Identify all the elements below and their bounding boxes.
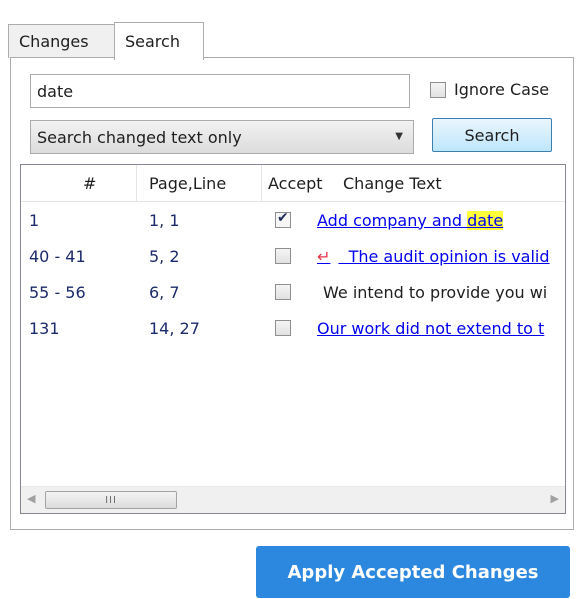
search-button-label: Search (464, 125, 520, 145)
row-number: 40 - 41 (29, 246, 86, 266)
search-button[interactable]: Search (432, 118, 552, 152)
row-page-line: 1, 1 (149, 210, 180, 230)
column-header-accept[interactable]: Accept (268, 165, 323, 201)
column-divider[interactable] (136, 165, 137, 201)
accept-checkbox[interactable] (275, 248, 291, 264)
tab-search[interactable]: Search (114, 22, 204, 60)
change-text-link[interactable]: Add company and date (317, 205, 563, 235)
accept-checkbox[interactable] (275, 320, 291, 336)
results-table: # Page,Line Accept Change Text 1 1, 1 Ad… (20, 164, 566, 514)
scrollbar-thumb[interactable]: III (45, 491, 177, 509)
table-row[interactable]: 1 1, 1 Add company and date (21, 205, 565, 235)
column-header-change-text[interactable]: Change Text (343, 165, 442, 201)
accept-checkbox[interactable] (275, 284, 291, 300)
tab-changes[interactable]: Changes (8, 24, 116, 58)
column-header-number[interactable]: # (83, 165, 96, 201)
search-highlight: date (467, 210, 504, 230)
column-header-page-line[interactable]: Page,Line (149, 165, 226, 201)
change-text-value: We intend to provide you wi (323, 282, 548, 302)
change-text: Our work did not extend to t (317, 318, 545, 338)
row-number: 131 (29, 318, 60, 338)
table-row[interactable]: 131 14, 27 Our work did not extend to t (21, 313, 565, 343)
tab-changes-label: Changes (19, 32, 89, 51)
ignore-case-label: Ignore Case (454, 80, 550, 99)
horizontal-scrollbar[interactable]: ◀ III ▶ (21, 486, 565, 513)
row-number: 1 (29, 210, 40, 230)
table-header: # Page,Line Accept Change Text (21, 165, 565, 202)
scroll-left-icon[interactable]: ◀ (27, 492, 35, 505)
change-text[interactable]: We intend to provide you wi (323, 277, 563, 307)
table-row[interactable]: 40 - 41 5, 2 ↵ The audit opinion is vali… (21, 241, 565, 271)
paragraph-mark-icon: ↵ (317, 246, 331, 266)
column-divider[interactable] (261, 165, 262, 201)
change-text: The audit opinion is valid (338, 246, 550, 266)
apply-accepted-changes-button[interactable]: Apply Accepted Changes (256, 546, 570, 598)
search-scope-value: Search changed text only (37, 127, 242, 147)
apply-button-label: Apply Accepted Changes (287, 561, 539, 583)
grip-icon: III (105, 494, 117, 506)
row-page-line: 14, 27 (149, 318, 200, 338)
change-text: Add company and (317, 210, 468, 230)
table-row[interactable]: 55 - 56 6, 7 We intend to provide you wi (21, 277, 565, 307)
tab-search-label: Search (125, 32, 180, 51)
chevron-down-icon: ▼ (395, 131, 403, 142)
row-page-line: 5, 2 (149, 246, 180, 266)
search-input[interactable] (30, 74, 410, 108)
accept-checkbox[interactable] (275, 210, 291, 228)
change-text-link[interactable]: ↵ The audit opinion is valid (317, 241, 563, 271)
search-scope-dropdown[interactable]: Search changed text only ▼ (30, 120, 414, 154)
scroll-right-icon[interactable]: ▶ (551, 492, 559, 505)
row-page-line: 6, 7 (149, 282, 180, 302)
ignore-case-option[interactable]: Ignore Case (430, 80, 549, 99)
row-number: 55 - 56 (29, 282, 86, 302)
change-text-link[interactable]: Our work did not extend to t (317, 313, 563, 343)
ignore-case-checkbox[interactable] (430, 81, 446, 98)
